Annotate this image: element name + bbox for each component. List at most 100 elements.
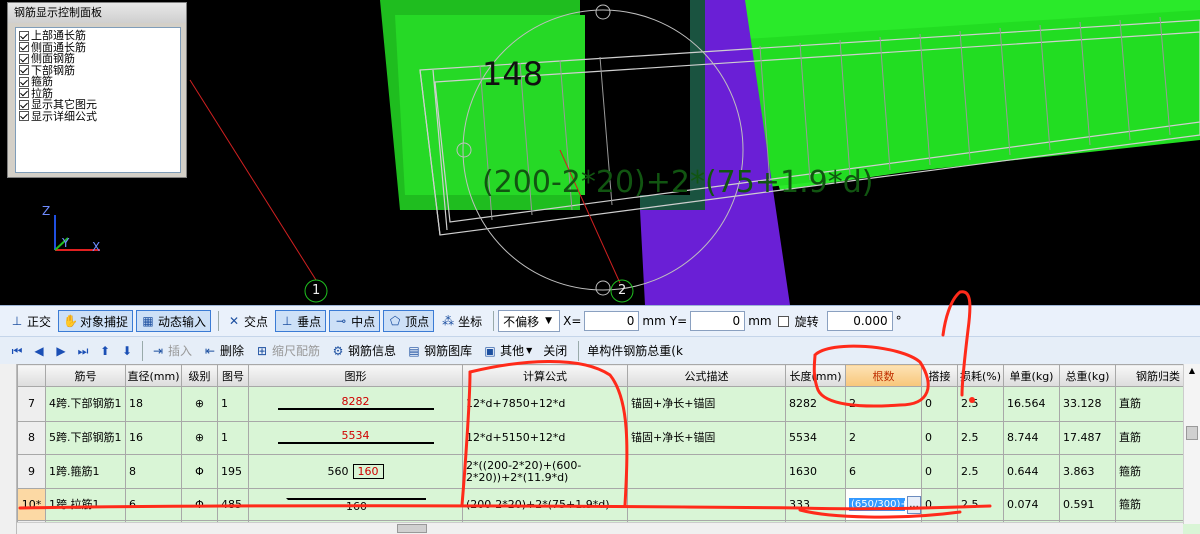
cell-shape[interactable]: 8282 [248,386,463,422]
column-header[interactable]: 损耗(%) [957,364,1004,387]
panel-checkbox-item[interactable]: 箍筋 [19,76,177,88]
cell-grade[interactable]: Φ [181,488,218,521]
checkbox-checked-icon[interactable] [19,76,29,87]
cell-dia[interactable]: 8 [125,454,182,489]
checkbox-checked-icon[interactable] [19,42,29,53]
cell-shape[interactable]: 160 [248,488,463,521]
checkbox-checked-icon[interactable] [19,88,29,99]
cell-formula[interactable]: 12*d+7850+12*d [462,386,628,422]
column-header[interactable]: 级别 [181,364,218,387]
cell-len[interactable]: 1630 [785,454,846,489]
close-button[interactable]: 关闭 [539,340,571,362]
cell-loss[interactable]: 2.5 [957,454,1004,489]
scroll-up-icon[interactable]: ▲ [1184,364,1200,378]
vertex-button[interactable]: ⬠ 顶点 [383,310,435,332]
offset-mode-select[interactable]: 不偏移 ▼ [498,310,561,332]
panel-checkbox-item[interactable]: 显示其它图元 [19,99,177,111]
column-header[interactable]: 图号 [217,364,249,387]
cell-total_w[interactable]: 0.591 [1059,488,1116,521]
vertical-scrollbar[interactable]: ▲ [1183,364,1200,524]
cell-unit_w[interactable]: 0.074 [1003,488,1060,521]
cell-total_w[interactable]: 33.128 [1059,386,1116,422]
cell-num[interactable]: 9 [17,454,46,489]
rebar-info-button[interactable]: ⚙ 钢筋信息 [327,340,400,362]
cell-loss[interactable]: 2.5 [957,421,1004,455]
cell-loss[interactable]: 2.5 [957,386,1004,422]
scale-rebar-button[interactable]: ⊞ 缩尺配筋 [251,340,324,362]
cell-desc[interactable]: 锚固+净长+锚固 [627,421,786,455]
cell-shape[interactable]: 5534 [248,421,463,455]
cell-unit_w[interactable]: 0.644 [1003,454,1060,489]
other-menu-button[interactable]: ▣ 其他 ▼ [479,340,536,362]
cell-len[interactable]: 5534 [785,421,846,455]
column-header[interactable]: 筋号 [45,364,126,387]
last-record-icon[interactable]: ⏭ [76,344,90,358]
cell-lap[interactable]: 0 [921,386,958,422]
cell-lap[interactable]: 0 [921,421,958,455]
checkbox-checked-icon[interactable] [19,30,29,41]
cell-shape[interactable]: 560 160 [248,454,463,489]
column-header[interactable]: 图形 [248,364,463,387]
scroll-thumb-h[interactable] [397,524,427,533]
column-header[interactable]: 总重(kg) [1059,364,1116,387]
column-header[interactable]: 直径(mm) [125,364,182,387]
checkbox-checked-icon[interactable] [19,53,29,64]
column-header[interactable]: 计算公式 [462,364,628,387]
cell-len[interactable]: 333 [785,488,846,521]
move-down-icon[interactable]: ⬇ [120,344,134,358]
cell-num[interactable]: 7 [17,386,46,422]
cell-count[interactable]: 2 [845,421,922,455]
rotate-checkbox[interactable] [777,315,789,327]
cell-dia[interactable]: 18 [125,386,182,422]
y-coordinate-input[interactable]: 0 [690,311,746,331]
count-edit-input[interactable]: (650/300)+1) [849,498,919,511]
panel-checkbox-item[interactable]: 上部通长筋 [19,30,177,42]
table-row[interactable]: 8 5跨.下部钢筋1 16 ⊕ 1 5534 12*d+5150+12*d 锚固+净长+锚固 5… [17,421,1200,455]
cell-num[interactable]: 8 [17,421,46,455]
cell-dia[interactable]: 16 [125,421,182,455]
cell-lap[interactable]: 0 [921,454,958,489]
dynamic-input-button[interactable]: ▦ 动态输入 [136,310,212,332]
next-record-icon[interactable]: ▶ [54,344,68,358]
cell-fig[interactable]: 1 [217,421,249,455]
cell-fig[interactable]: 1 [217,386,249,422]
cell-formula[interactable]: 2*((200-2*20)+(600-2*20))+2*(11.9*d) [462,454,628,489]
table-row[interactable]: 7 4跨.下部钢筋1 18 ⊕ 1 8282 12*d+7850+12*d 锚固+净长+锚固 8… [17,386,1200,422]
checkbox-checked-icon[interactable] [19,99,29,110]
cell-loss[interactable]: 2.5 [957,488,1004,521]
cell-num[interactable]: 10* [17,488,46,521]
cell-name[interactable]: 4跨.下部钢筋1 [45,386,126,422]
first-record-icon[interactable]: ⏮ [10,344,24,358]
3d-viewport[interactable]: 148 (200-2*20)+2*(75+1.9*d) 1 2 Z Y X 钢筋… [0,0,1200,305]
column-header[interactable] [17,364,46,387]
column-header[interactable]: 根数 [845,364,922,387]
cell-formula[interactable]: (200-2*20)+2*(75+1.9*d) [462,488,628,521]
object-snap-button[interactable]: ✋ 对象捕捉 [58,310,134,332]
horizontal-scrollbar[interactable] [17,522,1183,534]
cell-formula[interactable]: 12*d+5150+12*d [462,421,628,455]
checkbox-checked-icon[interactable] [19,65,29,76]
previous-record-icon[interactable]: ◀ [32,344,46,358]
ellipsis-button[interactable]: ... [907,495,921,514]
ortho-button[interactable]: ⊥ 正交 [6,310,55,332]
table-row[interactable]: 9 1跨.箍筋1 8 Φ 195 560 160 2*((200-2*20)+(600-2*2… [17,454,1200,489]
panel-checkbox-item[interactable]: 侧面钢筋 [19,53,177,65]
cell-name[interactable]: 1跨.拉筋1 [45,488,126,521]
cell-name[interactable]: 1跨.箍筋1 [45,454,126,489]
cell-desc[interactable] [627,488,786,521]
cell-unit_w[interactable]: 16.564 [1003,386,1060,422]
cell-grade[interactable]: Φ [181,454,218,489]
column-header[interactable]: 公式描述 [627,364,786,387]
column-header[interactable]: 搭接 [921,364,958,387]
perpendicular-button[interactable]: ⊥ 垂点 [275,310,327,332]
cell-dia[interactable]: 6 [125,488,182,521]
midpoint-button[interactable]: ⊸ 中点 [329,310,381,332]
cell-desc[interactable]: 锚固+净长+锚固 [627,386,786,422]
cell-fig[interactable]: 485 [217,488,249,521]
rebar-library-button[interactable]: ▤ 钢筋图库 [403,340,476,362]
cell-count[interactable]: (650/300)+1)... [845,488,922,521]
table-row[interactable]: 10* 1跨.拉筋1 6 Φ 485 160 (200-2*20)+2*(75+1.9*d)… [17,488,1200,521]
cell-name[interactable]: 5跨.下部钢筋1 [45,421,126,455]
intersection-button[interactable]: ✕ 交点 [223,310,272,332]
cell-grade[interactable]: ⊕ [181,386,218,422]
